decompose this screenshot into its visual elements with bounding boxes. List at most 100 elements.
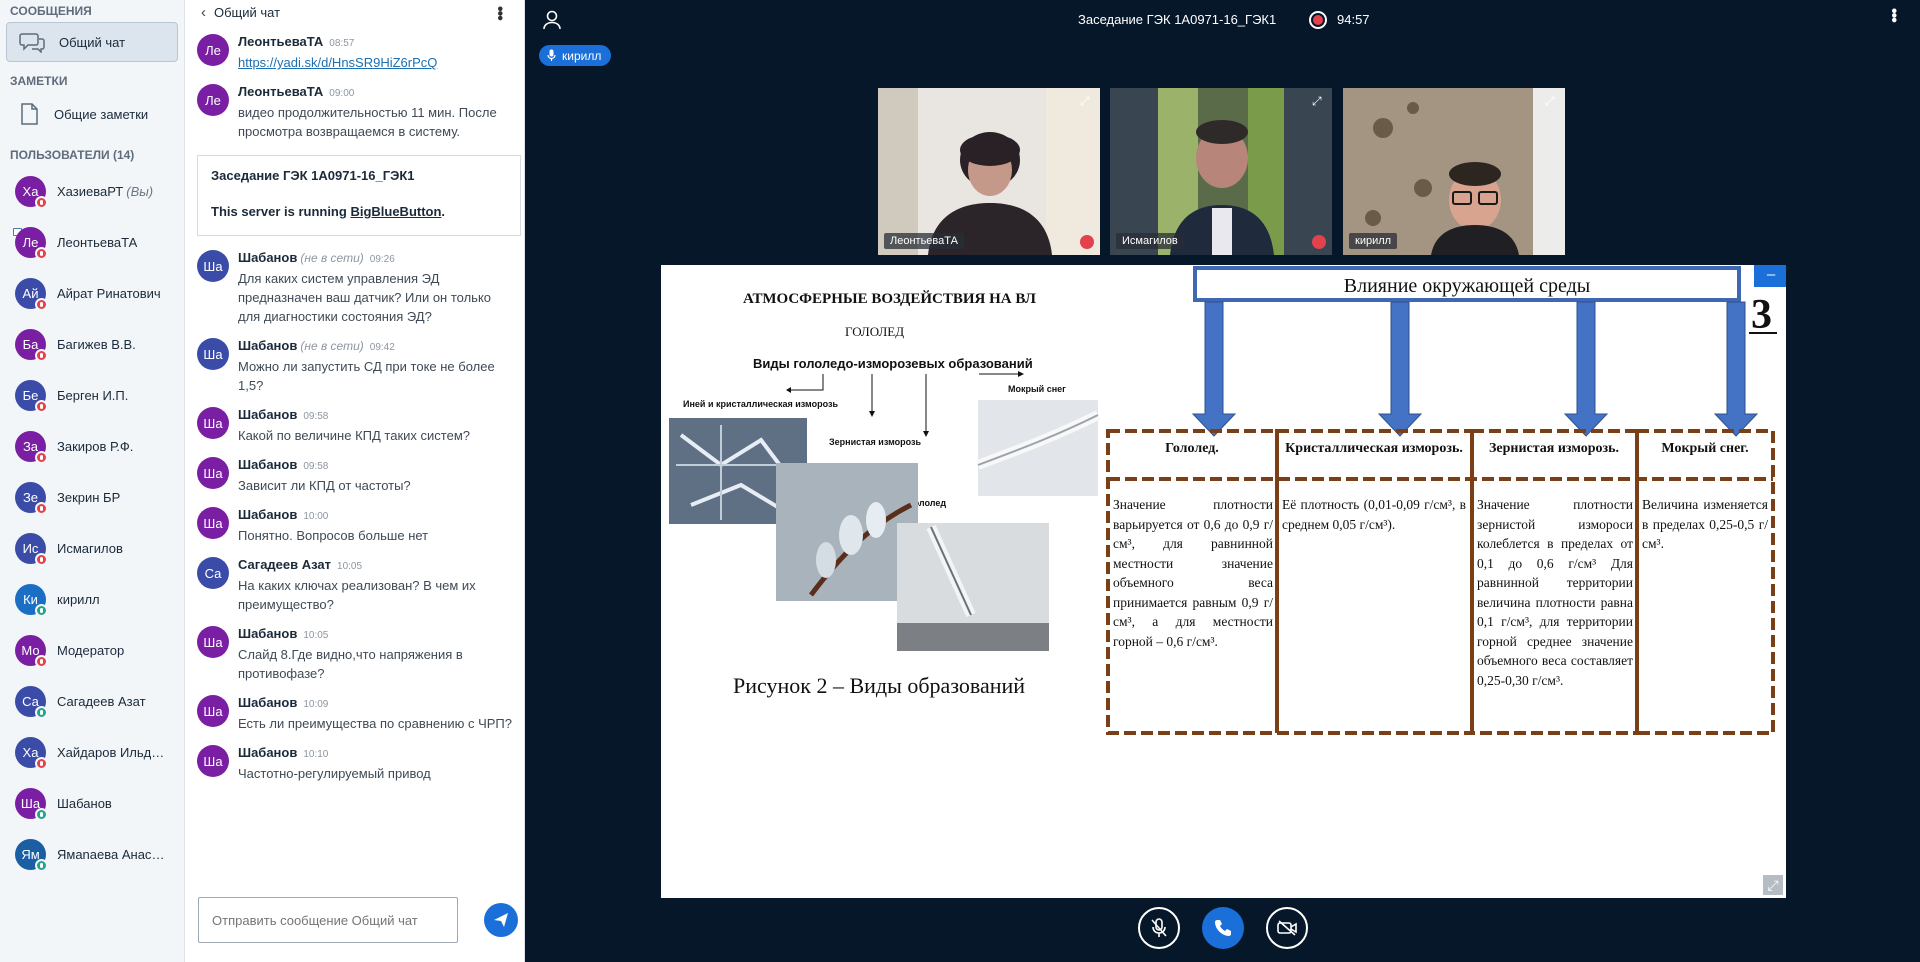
avatar-initials: Ша — [203, 346, 223, 362]
message-link[interactable]: https://yadi.sk/d/HnsSR9HiZ6rPcQ — [238, 53, 513, 72]
shared-notes-item[interactable]: Общие заметки — [6, 94, 178, 134]
label-inei: Иней и кристаллическая изморозь — [683, 399, 838, 409]
user-item[interactable]: Бе Берген И.П. — [0, 370, 184, 421]
recording-indicator[interactable] — [1309, 11, 1327, 29]
video-tile-leontieva[interactable]: ⤢ ЛеонтьеваТА — [878, 88, 1100, 255]
video-name[interactable]: ЛеонтьеваТА — [884, 233, 964, 249]
user-icon[interactable] — [543, 10, 561, 30]
welcome-text: This server is running — [211, 204, 351, 219]
avatar-initials: Ки — [23, 592, 38, 607]
user-item[interactable]: Ис Исмагилов — [0, 523, 184, 574]
message-time: 09:42 — [369, 342, 395, 353]
user-name: Исмагилов — [57, 541, 123, 556]
avatar-initials: Ша — [203, 634, 223, 650]
chat-message-input[interactable] — [198, 897, 458, 943]
chat-message: Ша Шабанов 10:00 Понятно. Вопросов больше н… — [185, 501, 525, 551]
muted-mic-icon — [1312, 235, 1326, 249]
muted-mic-icon — [35, 502, 48, 515]
avatar-initials: Ша — [203, 703, 223, 719]
user-item[interactable]: Ха ХазиеваРТ (Вы) — [0, 166, 184, 217]
record-icon — [1313, 15, 1323, 25]
user-item[interactable]: Зе Зекрин БР — [0, 472, 184, 523]
welcome-end: . — [441, 204, 446, 219]
notes-icon — [21, 103, 38, 125]
types-title: Виды гололедо-изморозевых образований — [753, 356, 1033, 371]
user-item[interactable]: Ки кирилл — [0, 574, 184, 625]
message-time: 10:10 — [303, 749, 329, 760]
avatar: Ле — [15, 227, 48, 260]
message-time: 10:05 — [337, 561, 363, 572]
user-item[interactable]: За Закиров Р.Ф. — [0, 421, 184, 472]
user-name-text: Сагадеев Азат — [57, 694, 146, 709]
public-chat-item[interactable]: Общий чат — [6, 22, 178, 62]
user-item[interactable]: Са Сагадеев Азат — [0, 676, 184, 727]
message-time: 10:00 — [303, 511, 329, 522]
slide-number: 3 — [1751, 292, 1772, 338]
message-author: Шабанов — [238, 250, 298, 265]
minimize-presentation-button[interactable]: – — [1754, 265, 1786, 287]
user-name-text: Айрат Ринатович — [57, 286, 161, 301]
expand-icon[interactable]: ⤢ — [1080, 94, 1094, 108]
column-title-crystal: Кристаллическая изморозь. — [1285, 441, 1463, 456]
message-text: видео продолжительностью 11 мин. После п… — [238, 105, 497, 139]
column-title-sneg: Мокрый снег. — [1661, 441, 1748, 456]
user-name: Шабанов — [57, 796, 112, 811]
label-mokry-sneg: Мокрый снег — [1008, 384, 1066, 394]
welcome-message: Заседание ГЭК 1А0971-16_ГЭК1 This server … — [197, 155, 521, 236]
share-webcam-button[interactable] — [1266, 907, 1308, 949]
avatar: Ха — [15, 176, 48, 209]
options-menu-icon[interactable]: ••• — [1884, 8, 1902, 22]
fullscreen-icon[interactable]: ⤢ — [1763, 875, 1783, 895]
offline-label: (не в сети) — [300, 251, 364, 265]
label-zernistaya: Зернистая изморозь — [829, 437, 921, 447]
headphones-icon — [35, 859, 48, 872]
avatar: Ле — [197, 34, 229, 66]
user-name-text: кирилл — [57, 592, 100, 607]
user-item[interactable]: Ям Ямanaева Анаcат... — [0, 829, 184, 880]
video-name[interactable]: кирилл — [1349, 233, 1398, 249]
column-text: Величина изменяется в пределах 0,25-0,5 … — [1642, 497, 1768, 551]
user-item[interactable]: Ха Хайдаров Ильдар ... — [0, 727, 184, 778]
mute-microphone-button[interactable] — [1138, 907, 1180, 949]
chat-message: Ша Шабанов 10:10 Частотно-регулируемый прив… — [185, 739, 525, 789]
muted-mic-icon — [35, 349, 48, 362]
headphones-icon — [35, 808, 48, 821]
muted-mic-icon — [35, 247, 48, 260]
chat-header[interactable]: ‹ Общий чат ••• — [185, 0, 524, 25]
microphone-icon — [547, 49, 556, 61]
message-author: Шабанов — [238, 626, 298, 641]
message-text: Зависит ли КПД от частоты? — [238, 478, 411, 493]
avatar: Ша — [15, 788, 48, 821]
user-name-text: Модератор — [57, 643, 125, 658]
avatar: Са — [15, 686, 48, 719]
user-name: Багижев В.В. — [57, 337, 136, 352]
chat-options-icon[interactable]: ••• — [490, 6, 508, 20]
video-tile-ismagilov[interactable]: ⤢ Исмагилов — [1110, 88, 1332, 255]
user-item[interactable]: Ле ЛеонтьеваТА — [0, 217, 184, 268]
avatar-initials: Зе — [22, 490, 39, 505]
bigbluebutton-link[interactable]: BigBlueButton — [350, 204, 441, 219]
user-item[interactable]: Ай Айрат Ринатович — [0, 268, 184, 319]
expand-icon[interactable]: ⤢ — [1545, 94, 1559, 108]
message-time: 09:00 — [329, 88, 355, 99]
send-message-button[interactable] — [484, 903, 518, 937]
photo-wet-snow — [976, 400, 1101, 496]
user-name: Модератор — [57, 643, 124, 658]
user-name: Сагадеев Азат — [57, 694, 146, 709]
user-item[interactable]: Ша Шабанов — [0, 778, 184, 829]
chevron-left-icon[interactable]: ‹ — [201, 4, 206, 21]
video-name[interactable]: Исмагилов — [1116, 233, 1184, 249]
expand-icon[interactable]: ⤢ — [1312, 94, 1326, 108]
chat-message: Ша Шабанов 09:58 Какой по величине КПД таки… — [185, 401, 525, 451]
video-tile-kirill[interactable]: ⤢ кирилл — [1343, 88, 1565, 255]
leave-audio-button[interactable] — [1202, 907, 1244, 949]
user-item[interactable]: Мо Модератор — [0, 625, 184, 676]
message-author: Шабанов — [238, 507, 298, 522]
user-item[interactable]: Ба Багижев В.В. — [0, 319, 184, 370]
avatar: Ша — [197, 695, 229, 727]
user-name: ХазиеваРТ (Вы) — [57, 184, 153, 199]
photo-granular-frost — [776, 463, 918, 601]
chat-message: Ша Шабанов 09:58 Зависит ли КПД от частоты? — [185, 451, 525, 501]
webcam-image — [878, 88, 1100, 255]
column-title-crystal-text: Кристаллическая изморозь. — [1285, 441, 1463, 456]
